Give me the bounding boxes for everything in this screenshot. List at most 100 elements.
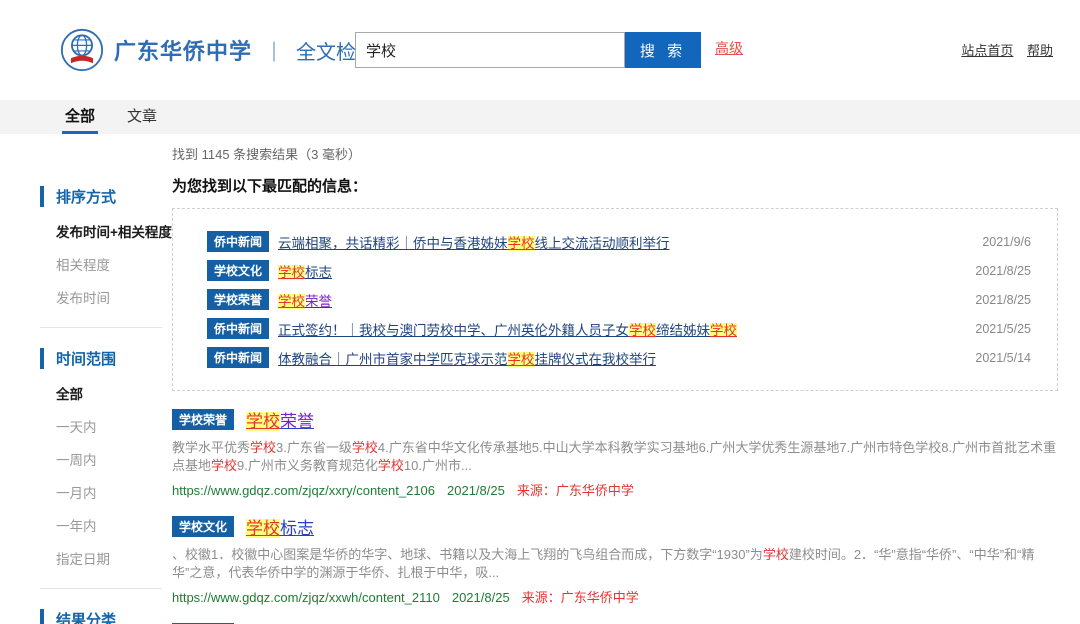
content-body: 排序方式发布时间+相关程度相关程度发布时间时间范围全部一天内一周内一月内一年内指… [0, 134, 1080, 624]
result-url-link[interactable]: https://www.gdqz.com/zjqz/xxwh/content_2… [172, 590, 440, 605]
top-matches-box: 侨中新闻云端相聚，共话精彩｜侨中与香港姊妹学校线上交流活动顺利举行2021/9/… [172, 208, 1058, 391]
sidebar-item[interactable]: 相关程度 [40, 254, 172, 274]
sidebar-section-title: 排序方式 [40, 186, 172, 207]
best-match-heading: 为您找到以下最匹配的信息： [172, 175, 1058, 196]
tab-active-全部[interactable]: 全部 [62, 100, 98, 134]
match-category-badge[interactable]: 侨中新闻 [207, 347, 269, 368]
text-part: 缔结姊妹 [656, 323, 710, 338]
result-item: 学校文化学校标志、校徽1．校徽中心图案是华侨的华字、地球、书籍以及大海上飞翔的飞… [172, 514, 1058, 606]
match-date: 2021/5/14 [963, 351, 1031, 365]
keyword-red: 学校 [352, 440, 378, 455]
keyword-highlight: 学校 [508, 352, 535, 367]
sidebar-item[interactable]: 一周内 [40, 449, 172, 469]
search-input[interactable] [355, 32, 625, 68]
match-category-badge[interactable]: 学校文化 [207, 260, 269, 281]
results-summary: 找到 1145 条搜索结果（3 毫秒） [172, 144, 1058, 163]
sidebar-divider [40, 588, 162, 589]
text-part: 标志 [280, 519, 314, 538]
match-title-link[interactable]: 正式签约！｜我校与澳门劳校中学、广州英伦外籍人员子女学校缔结姊妹学校 [278, 319, 737, 339]
match-row: 学校荣誉学校荣誉2021/8/25 [207, 289, 1031, 310]
keyword-red: 学校 [250, 440, 276, 455]
filter-sidebar: 排序方式发布时间+相关程度相关程度发布时间时间范围全部一天内一周内一月内一年内指… [0, 134, 172, 624]
keyword-highlight: 学校 [246, 519, 280, 538]
match-category-badge[interactable]: 侨中新闻 [207, 231, 269, 252]
match-row: 侨中新闻云端相聚，共话精彩｜侨中与香港姊妹学校线上交流活动顺利举行 2021/9/… [207, 231, 1031, 252]
sidebar-item[interactable]: 发布时间 [40, 287, 172, 307]
top-links: 站点首页 帮助 [951, 40, 1053, 59]
match-date: 2021/5/25 [963, 322, 1031, 336]
page: 广东华侨中学 ｜ 全文检索 搜 索 高级 站点首页 帮助 全部文章 排序方式发布… [0, 0, 1080, 624]
match-date: 2021/8/25 [963, 264, 1031, 278]
match-title-link[interactable]: 体教融合｜广州市首家中学匹克球示范学校挂牌仪式在我校举行 [278, 348, 656, 368]
result-date: 2021/8/25 [452, 590, 510, 605]
sidebar-item[interactable]: 一月内 [40, 482, 172, 502]
keyword-highlight: 学校 [278, 265, 305, 280]
keyword-red: 学校 [211, 458, 237, 473]
result-snippet: 、校徽1．校徽中心图案是华侨的华字、地球、书籍以及大海上飞翔的飞鸟组合而成，下方… [172, 546, 1058, 583]
keyword-highlight: 学校 [278, 294, 305, 309]
sidebar-item[interactable]: 全部 [40, 383, 172, 403]
keyword-red: 学校 [378, 458, 404, 473]
search-button[interactable]: 搜 索 [625, 32, 701, 68]
result-head: 学校荣誉学校荣誉 [172, 407, 1058, 432]
match-row: 学校文化学校标志 2021/8/25 [207, 260, 1031, 281]
visited-text: 荣誉 [280, 412, 314, 431]
result-url-link[interactable]: https://www.gdqz.com/zjqz/xxry/content_2… [172, 483, 435, 498]
result-date: 2021/8/25 [447, 483, 505, 498]
sidebar-item[interactable]: 指定日期 [40, 548, 172, 568]
sidebar-item[interactable]: 一年内 [40, 515, 172, 535]
text-part: 云端相聚，共话精彩｜侨中与香港姊妹 [278, 236, 508, 251]
brand: 广东华侨中学 ｜ 全文检索 [60, 28, 376, 72]
keyword-red: 学校 [763, 547, 789, 562]
result-source: 来源：广东华侨中学 [517, 483, 634, 498]
result-meta: https://www.gdqz.com/zjqz/xxry/content_2… [172, 480, 1058, 499]
text-part: 9.广州市义务教育规范化 [237, 458, 378, 473]
text-part: 10.广州市... [404, 458, 472, 473]
tab-inactive-文章[interactable]: 文章 [124, 100, 160, 134]
match-row: 侨中新闻正式签约！｜我校与澳门劳校中学、广州英伦外籍人员子女学校缔结姊妹学校20… [207, 318, 1031, 339]
sidebar-section-title: 时间范围 [40, 348, 172, 369]
text-part: 正式签约！｜我校与澳门劳校中学、广州英伦外籍人员子女 [278, 323, 629, 338]
result-category-badge[interactable]: 学校荣誉 [172, 409, 234, 430]
text-part: 线上交流活动顺利举行 [535, 236, 670, 251]
visited-text: 荣誉 [305, 294, 332, 309]
match-date: 2021/9/6 [970, 235, 1031, 249]
sidebar-section-title: 结果分类 [40, 609, 172, 624]
match-date: 2021/8/25 [963, 293, 1031, 307]
keyword-highlight: 学校 [629, 323, 656, 338]
result-source: 来源：广东华侨中学 [522, 590, 639, 605]
result-type-tabs: 全部文章 [0, 100, 1080, 134]
result-head: 学校文化学校标志 [172, 514, 1058, 539]
text-part: 体教融合｜广州市首家中学匹克球示范 [278, 352, 508, 367]
site-title: 广东华侨中学 [114, 34, 252, 66]
result-item: 学校荣誉学校荣誉教学水平优秀学校3.广东省一级学校4.广东省中华文化传承基地5.… [172, 407, 1058, 499]
match-category-badge[interactable]: 侨中新闻 [207, 318, 269, 339]
results-main: 找到 1145 条搜索结果（3 毫秒） 为您找到以下最匹配的信息： 侨中新闻云端… [172, 134, 1080, 624]
text-part: 标志 [305, 265, 332, 280]
sidebar-item[interactable]: 一天内 [40, 416, 172, 436]
match-title-link[interactable]: 学校标志 [278, 261, 332, 281]
result-snippet: 教学水平优秀学校3.广东省一级学校4.广东省中华文化传承基地5.中山大学本科教学… [172, 439, 1058, 476]
help-link[interactable]: 帮助 [1027, 43, 1053, 58]
advanced-search-link[interactable]: 高级 [715, 38, 743, 58]
sidebar-divider [40, 327, 162, 328]
match-title-link[interactable]: 学校荣誉 [278, 290, 332, 310]
match-title-link[interactable]: 云端相聚，共话精彩｜侨中与香港姊妹学校线上交流活动顺利举行 [278, 232, 670, 252]
site-home-link[interactable]: 站点首页 [961, 43, 1013, 58]
sidebar-item[interactable]: 发布时间+相关程度 [40, 221, 172, 241]
match-category-badge[interactable]: 学校荣誉 [207, 289, 269, 310]
text-part: 3.广东省一级 [276, 440, 352, 455]
title-separator: ｜ [264, 36, 284, 65]
keyword-highlight: 学校 [246, 412, 280, 431]
text-part: 教学水平优秀 [172, 440, 250, 455]
keyword-highlight: 学校 [508, 236, 535, 251]
text-part: 、校徽1．校徽中心图案是华侨的华字、地球、书籍以及大海上飞翔的飞鸟组合而成，下方… [172, 547, 763, 562]
match-row: 侨中新闻体教融合｜广州市首家中学匹克球示范学校挂牌仪式在我校举行 2021/5/1… [207, 347, 1031, 368]
keyword-highlight: 学校 [710, 323, 737, 338]
result-title-link[interactable]: 学校标志 [246, 514, 314, 539]
result-meta: https://www.gdqz.com/zjqz/xxwh/content_2… [172, 587, 1058, 606]
school-logo-icon [60, 28, 104, 72]
result-category-badge[interactable]: 学校文化 [172, 516, 234, 537]
result-title-link[interactable]: 学校荣誉 [246, 407, 314, 432]
result-list: 学校荣誉学校荣誉教学水平优秀学校3.广东省一级学校4.广东省中华文化传承基地5.… [172, 407, 1058, 624]
